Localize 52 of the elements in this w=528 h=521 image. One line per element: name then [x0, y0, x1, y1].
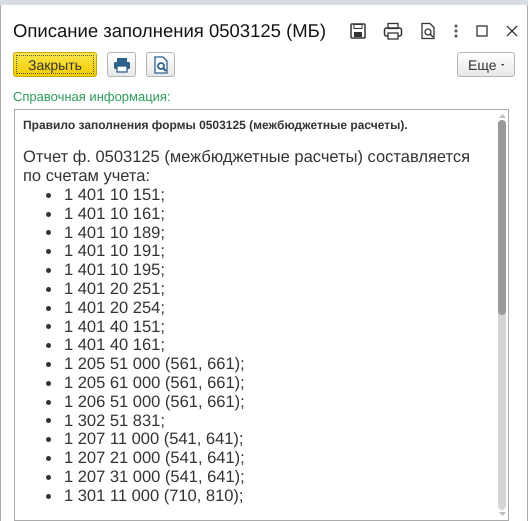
print-icon[interactable]	[383, 22, 403, 40]
account-item: 1 301 11 000 (710, 810);	[64, 486, 244, 506]
document-paragraph: Отчет ф. 0503125 (межбюджетные расчеты) составляется по счетам учета:	[23, 148, 472, 186]
bullet-icon	[46, 380, 51, 386]
bullet-icon	[46, 418, 51, 424]
preview-icon	[152, 56, 168, 74]
bullet-icon	[46, 494, 51, 499]
print-icon	[112, 56, 130, 72]
preview-button[interactable]	[146, 52, 175, 77]
account-item: 1 401 10 191;	[64, 242, 165, 262]
section-label: Справочная информация:	[12, 88, 172, 104]
account-item: 1 206 51 000 (561, 661);	[64, 392, 245, 412]
close-icon[interactable]	[505, 24, 519, 38]
preview-icon[interactable]	[419, 22, 437, 40]
bullet-icon	[46, 212, 51, 217]
account-item: 1 401 20 254;	[64, 298, 165, 318]
account-item: 1 401 10 195;	[64, 261, 165, 280]
more-button[interactable]: Еще	[457, 52, 515, 77]
account-item: 1 207 31 000 (541, 641);	[64, 468, 245, 487]
account-item: 1 401 10 161;	[64, 204, 165, 224]
bullet-icon	[46, 306, 51, 311]
bullet-icon	[46, 286, 51, 292]
bullet-icon	[46, 268, 51, 274]
close-button[interactable]: Закрыть	[13, 52, 97, 77]
bullet-icon	[46, 362, 51, 368]
window-title: Описание заполнения 0503125 (МБ)	[13, 20, 326, 42]
bullet-icon	[46, 400, 51, 405]
save-icon[interactable]	[349, 22, 367, 40]
bullet-icon	[46, 474, 51, 480]
caret-icon	[500, 62, 504, 66]
account-item: 1 401 40 161;	[64, 336, 165, 356]
account-item: 1 401 20 251;	[64, 280, 165, 299]
bullet-icon	[46, 343, 51, 348]
bullet-icon	[46, 456, 51, 462]
account-item: 1 207 21 000 (541, 641);	[64, 449, 245, 468]
account-item: 1 401 40 151;	[64, 318, 165, 336]
account-item: 1 401 10 189;	[64, 224, 165, 242]
maximize-icon[interactable]	[475, 24, 489, 38]
bullet-icon	[46, 249, 51, 254]
bullet-icon	[46, 230, 51, 236]
print-button[interactable]	[107, 52, 136, 77]
bullet-icon	[46, 437, 51, 442]
account-item: 1 401 10 151;	[64, 186, 165, 205]
scrollbar[interactable]	[498, 120, 506, 510]
account-item: 1 205 51 000 (561, 661);	[64, 355, 245, 374]
account-item: 1 205 61 000 (561, 661);	[64, 374, 245, 393]
more-icon[interactable]	[453, 22, 459, 40]
document-heading: Правило заполнения формы 0503125 (межбюджетные расчеты).	[23, 118, 409, 132]
bullet-icon	[46, 192, 51, 198]
bullet-icon	[46, 324, 51, 330]
account-item: 1 207 11 000 (541, 641);	[64, 430, 244, 450]
account-item: 1 302 51 831;	[64, 412, 165, 430]
